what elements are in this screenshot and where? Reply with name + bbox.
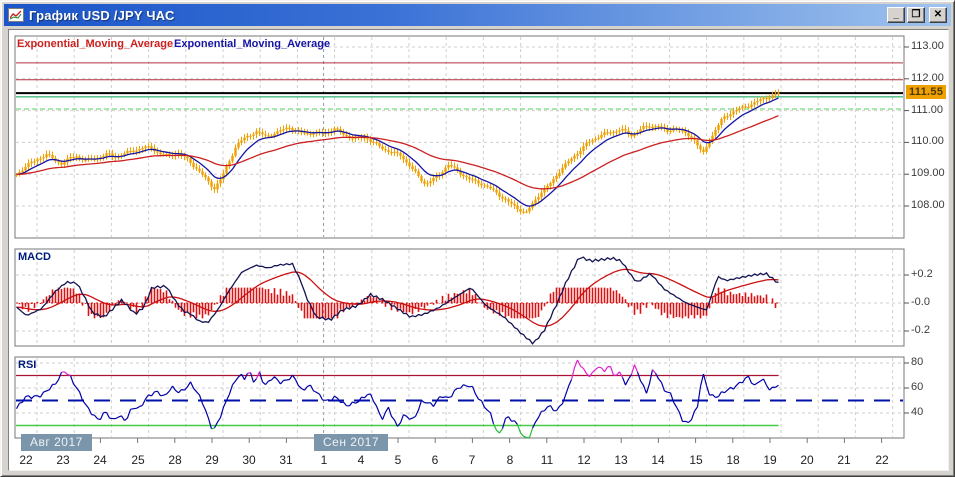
day-label: 18 xyxy=(726,453,740,467)
current-price-badge: 111.55 xyxy=(906,85,947,99)
legend-ema-blue: Exponential_Moving_Average xyxy=(174,38,331,50)
day-label: 25 xyxy=(131,453,145,467)
macd-signal-line xyxy=(16,268,779,327)
day-label: 13 xyxy=(614,453,628,467)
day-label: 22 xyxy=(875,453,889,467)
rsi-axis-label: 80 xyxy=(911,356,924,368)
legend-ema-red: Exponential_Moving_Average xyxy=(17,38,174,50)
month-badge: Авг 2017 xyxy=(21,434,92,451)
day-label: 19 xyxy=(763,453,777,467)
day-label: 29 xyxy=(205,453,219,467)
day-label: 30 xyxy=(242,453,256,467)
rsi-axis-label: 60 xyxy=(911,381,924,393)
day-label: 11 xyxy=(540,453,554,467)
macd-axis-label: -0.2 xyxy=(911,324,930,336)
rsi-line xyxy=(15,369,779,430)
chart-window: График USD /JPY ЧАС _ ❒ ✕ Exponential_Mo… xyxy=(0,0,955,477)
day-label: 12 xyxy=(577,453,591,467)
day-label: 28 xyxy=(168,453,182,467)
day-label: 15 xyxy=(689,453,703,467)
month-badge: Сен 2017 xyxy=(314,434,388,451)
day-label: 14 xyxy=(651,453,665,467)
day-label: 7 xyxy=(468,453,476,467)
day-label: 24 xyxy=(93,453,107,467)
price-axis-label: 109.00 xyxy=(911,167,945,179)
price-axis-label: 112.00 xyxy=(911,72,944,84)
day-label: 21 xyxy=(837,453,851,467)
chart-canvas[interactable] xyxy=(1,1,955,477)
day-label: 23 xyxy=(56,453,70,467)
day-label: 5 xyxy=(394,453,402,467)
macd-panel-label: MACD xyxy=(18,251,51,263)
day-label: 20 xyxy=(800,453,814,467)
macd-axis-label: +0.2 xyxy=(911,268,933,280)
day-label: 1 xyxy=(320,453,328,467)
day-label: 31 xyxy=(279,453,293,467)
day-label: 6 xyxy=(431,453,439,467)
rsi-panel-label: RSI xyxy=(18,359,37,371)
day-label: 8 xyxy=(506,453,514,467)
day-label: 22 xyxy=(19,453,33,467)
price-axis-label: 108.00 xyxy=(911,199,945,211)
macd-axis-label: -0.0 xyxy=(911,296,930,308)
price-axis-label: 110.00 xyxy=(911,135,944,147)
day-label: 4 xyxy=(357,453,365,467)
price-axis-label: 111.00 xyxy=(911,104,944,116)
rsi-axis-label: 40 xyxy=(911,406,924,418)
price-axis-label: 113.00 xyxy=(911,40,944,52)
